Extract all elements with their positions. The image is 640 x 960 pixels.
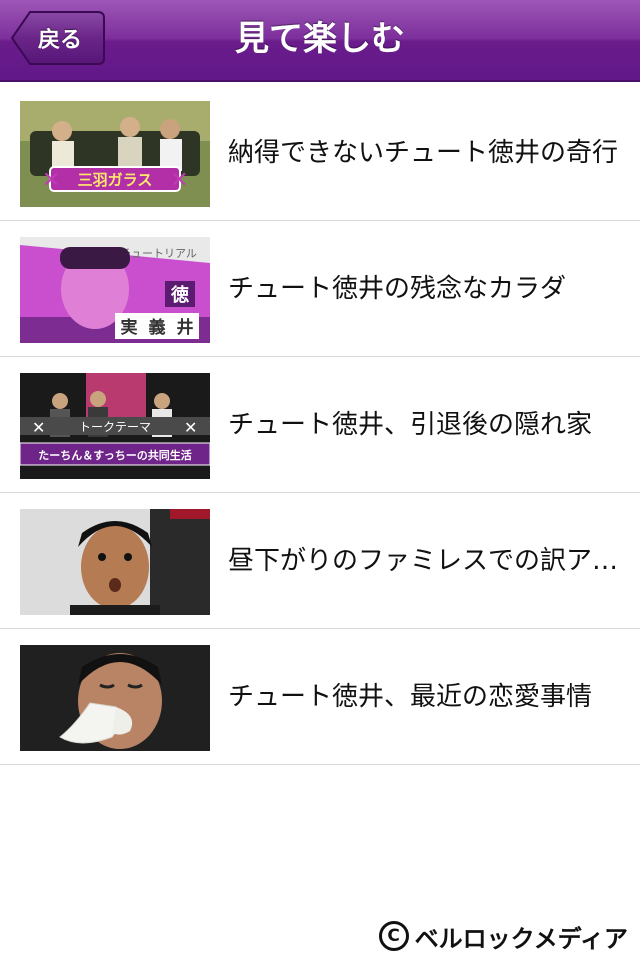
thumbnail-caption: 三羽ガラス bbox=[78, 171, 153, 189]
list-item-label: チュート徳井、最近の恋愛事情 bbox=[228, 682, 593, 712]
list-item-label: チュート徳井の残念なカラダ bbox=[228, 274, 567, 304]
list-item[interactable]: 昼下がりのファミレスでの訳ア… bbox=[0, 493, 640, 629]
thumbnail-bottom-caption: たーちん＆すっちーの共同生活 bbox=[38, 448, 192, 462]
svg-text:✕: ✕ bbox=[184, 418, 197, 437]
video-thumbnail: トークテーマ ✕ ✕ たーちん＆すっちーの共同生活 bbox=[20, 373, 210, 479]
video-thumbnail: 三羽ガラス ✕ ✕ bbox=[20, 101, 210, 207]
thumbnail-char: 義 bbox=[149, 317, 166, 338]
video-thumbnail bbox=[20, 645, 210, 751]
thumbnail-char: 実 bbox=[121, 317, 138, 338]
list-item-label: チュート徳井、引退後の隠れ家 bbox=[228, 410, 593, 440]
page-title: 見て楽しむ bbox=[235, 19, 405, 59]
list-item[interactable]: トークテーマ ✕ ✕ たーちん＆すっちーの共同生活 チュート徳井、引退後の隠れ家 bbox=[0, 357, 640, 493]
thumbnail-banner: チュートリアル bbox=[120, 247, 197, 260]
svg-text:✕: ✕ bbox=[42, 168, 60, 193]
thumbnail-char: 徳 bbox=[170, 284, 189, 306]
video-thumbnail: チュートリアル 徳 実 義 井 bbox=[20, 237, 210, 343]
svg-text:✕: ✕ bbox=[170, 168, 188, 193]
list-item[interactable]: チュートリアル 徳 実 義 井 チュート徳井の残念なカラダ bbox=[0, 221, 640, 357]
list-item-label: 昼下がりのファミレスでの訳ア… bbox=[228, 546, 619, 576]
list-item[interactable]: チュート徳井、最近の恋愛事情 bbox=[0, 629, 640, 765]
list-item-label: 納得できないチュート徳井の奇行 bbox=[228, 138, 619, 168]
list-item[interactable]: 三羽ガラス ✕ ✕ 納得できないチュート徳井の奇行 bbox=[0, 85, 640, 221]
video-thumbnail bbox=[20, 509, 210, 615]
copyright-text: ベルロックメディア bbox=[414, 924, 628, 953]
navigation-bar: 戻る 見て楽しむ bbox=[0, 0, 640, 82]
svg-text:✕: ✕ bbox=[32, 418, 45, 437]
thumbnail-band: トークテーマ bbox=[79, 420, 151, 434]
thumbnail-char: 井 bbox=[177, 317, 194, 338]
copyright-notice: C ベルロックメディア bbox=[378, 916, 628, 956]
video-list: 三羽ガラス ✕ ✕ 納得できないチュート徳井の奇行 チュートリアル 徳 実 義 … bbox=[0, 85, 640, 765]
copyright-icon: C bbox=[378, 921, 409, 951]
